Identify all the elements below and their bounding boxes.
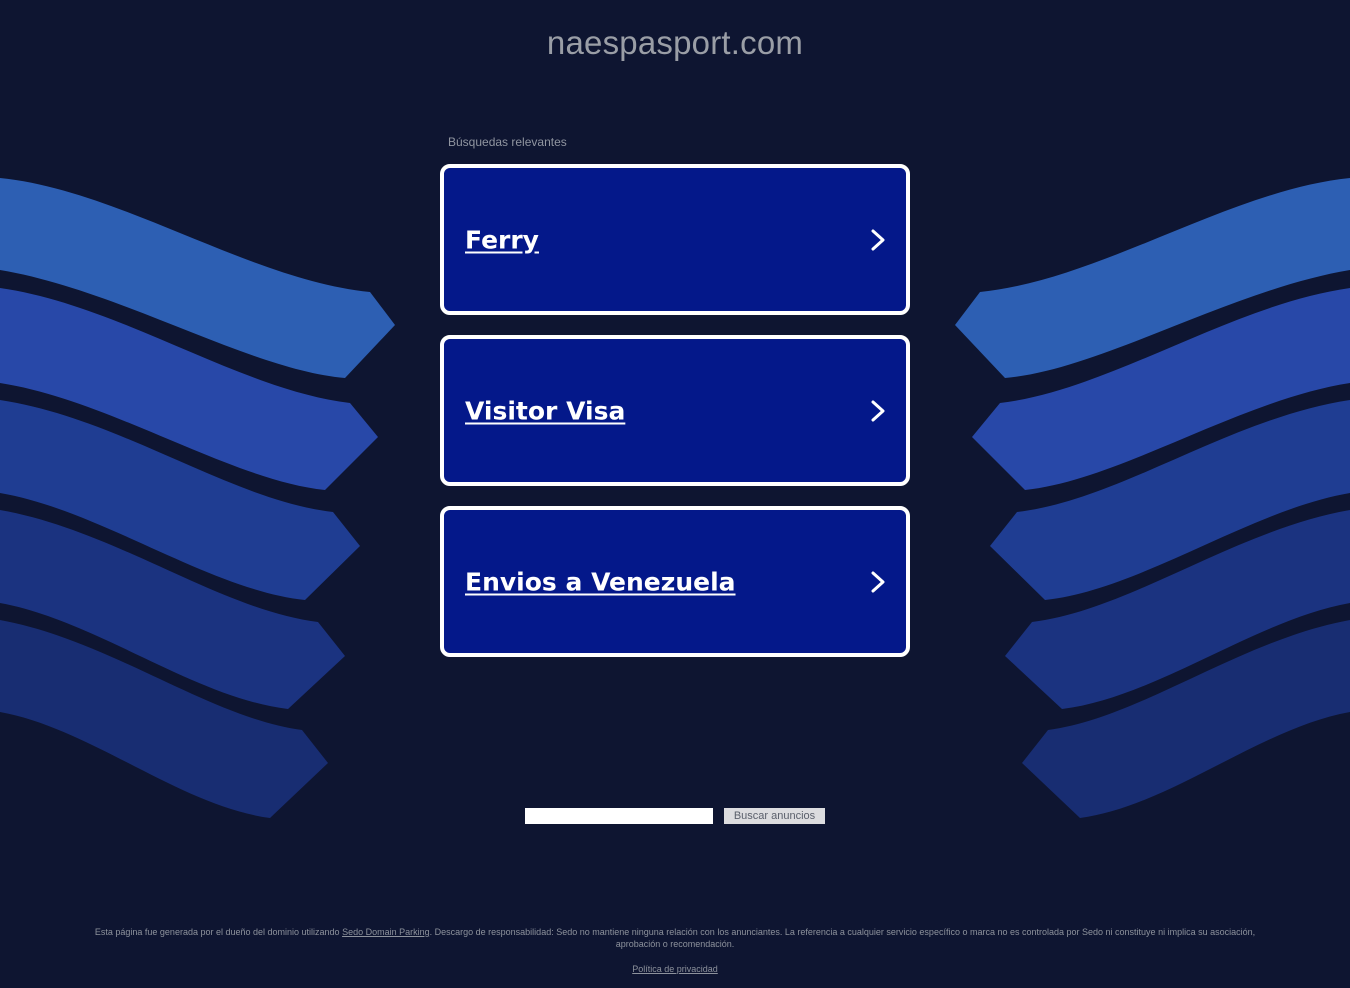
- related-search-card[interactable]: Ferry: [440, 164, 910, 315]
- domain-title: naespasport.com: [546, 24, 804, 61]
- related-searches-list: Ferry Visitor Visa Envios a Venezuela: [440, 164, 910, 677]
- footer-text-after: . Descargo de responsabilidad: Sedo no m…: [429, 927, 1256, 949]
- chevron-right-icon: [871, 229, 885, 250]
- left-waves: [0, 178, 395, 818]
- chevron-right-icon: [871, 571, 885, 592]
- search-ads-button[interactable]: Buscar anuncios: [724, 808, 825, 824]
- search-input[interactable]: [525, 808, 713, 824]
- footer-text-before: Esta página fue generada por el dueño de…: [94, 927, 343, 937]
- related-searches-label: Búsquedas relevantes: [448, 135, 567, 149]
- related-search-link[interactable]: Ferry: [465, 225, 539, 254]
- chevron-right-icon: [871, 400, 885, 421]
- related-search-link[interactable]: Envios a Venezuela: [465, 567, 736, 596]
- related-search-card[interactable]: Envios a Venezuela: [440, 506, 910, 657]
- related-search-link[interactable]: Visitor Visa: [465, 396, 625, 425]
- parking-page: naespasport.com Búsquedas relevantes Fer…: [0, 0, 1350, 988]
- right-waves: [955, 178, 1350, 818]
- sedo-parking-link[interactable]: Sedo Domain Parking: [342, 927, 430, 937]
- related-search-card[interactable]: Visitor Visa: [440, 335, 910, 486]
- privacy-row: Política de privacidad: [0, 964, 1350, 974]
- privacy-policy-link[interactable]: Política de privacidad: [632, 964, 718, 974]
- footer-disclaimer: Esta página fue generada por el dueño de…: [75, 926, 1275, 950]
